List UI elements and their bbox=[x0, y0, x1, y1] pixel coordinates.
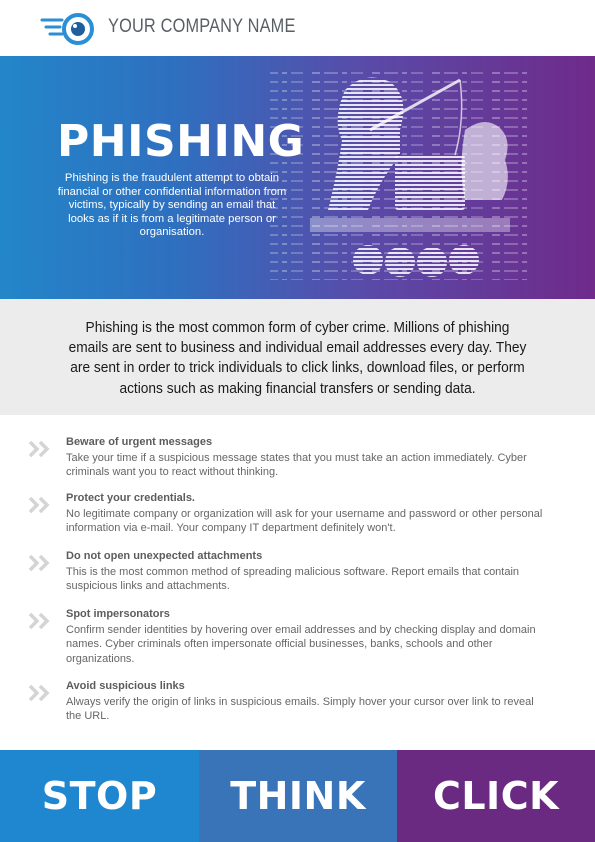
footer-click: CLICK bbox=[397, 750, 595, 842]
footer-think-label: THINK bbox=[230, 774, 366, 818]
tip-body: Confirm sender identities by hovering ov… bbox=[66, 624, 536, 665]
double-chevron-right-icon bbox=[28, 612, 50, 630]
hero-description: Phishing is the fraudulent attempt to ob… bbox=[57, 172, 287, 239]
footer-stop: STOP bbox=[0, 750, 199, 842]
tip-body: No legitimate company or organization wi… bbox=[66, 508, 543, 535]
double-chevron-right-icon bbox=[28, 440, 50, 458]
tip-body: Take your time if a suspicious message s… bbox=[66, 452, 527, 479]
tip-title: Protect your credentials. bbox=[66, 492, 195, 504]
tip-body: This is the most common method of spread… bbox=[66, 566, 520, 593]
double-chevron-right-icon bbox=[28, 496, 50, 514]
tip-title: Spot impersonators bbox=[66, 608, 170, 620]
tip-title: Do not open unexpected attachments bbox=[66, 550, 263, 562]
tip-title: Avoid suspicious links bbox=[66, 680, 185, 692]
hacker-fishing-illustration bbox=[270, 70, 530, 280]
double-chevron-right-icon bbox=[28, 554, 50, 572]
hero-title: PHISHING bbox=[57, 116, 305, 167]
hero-banner: PHISHING Phishing is the fraudulent atte… bbox=[0, 56, 595, 299]
double-chevron-right-icon bbox=[28, 684, 50, 702]
intro-text: Phishing is the most common form of cybe… bbox=[68, 320, 527, 397]
eye-logo-icon bbox=[40, 13, 94, 45]
intro-section: Phishing is the most common form of cybe… bbox=[0, 299, 595, 415]
tip-body: Always verify the origin of links in sus… bbox=[66, 696, 534, 723]
footer-think: THINK bbox=[199, 750, 397, 842]
header: YOUR COMPANY NAME bbox=[0, 0, 595, 56]
tip-title: Beware of urgent messages bbox=[66, 436, 213, 448]
company-name: YOUR COMPANY NAME bbox=[108, 16, 296, 37]
footer-click-label: CLICK bbox=[432, 774, 560, 818]
footer-banner: STOP THINK CLICK bbox=[0, 750, 595, 842]
footer-stop-label: STOP bbox=[41, 774, 158, 818]
